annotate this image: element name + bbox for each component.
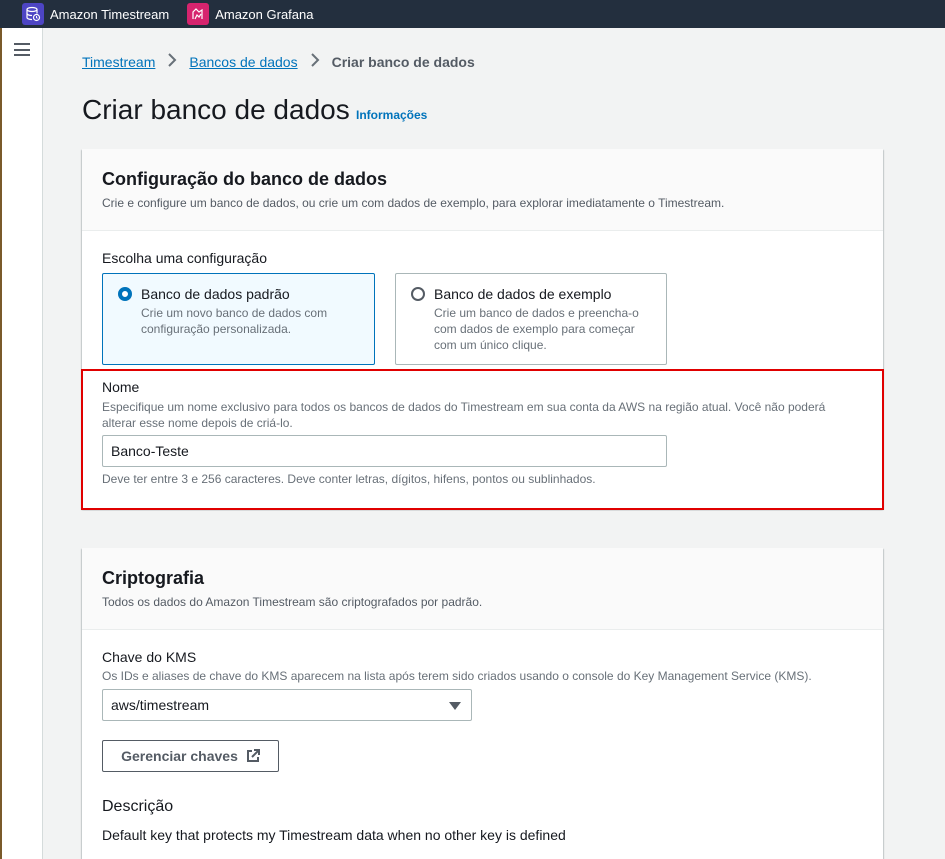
option-label: Banco de dados padrão [141, 286, 290, 302]
timestream-icon [22, 3, 44, 25]
panel-header: Configuração do banco de dados Crie e co… [82, 149, 883, 231]
option-sample-database[interactable]: Banco de dados de exemplo Crie um banco … [395, 273, 667, 365]
manage-keys-label: Gerenciar chaves [121, 748, 238, 764]
name-constraint-text: Deve ter entre 3 e 256 caracteres. Deve … [102, 472, 596, 486]
name-description-line: Especifique um nome exclusivo para todos… [102, 400, 826, 414]
menu-icon[interactable] [14, 43, 30, 56]
breadcrumb-timestream[interactable]: Timestream [82, 54, 155, 70]
side-navigation-rail [2, 28, 43, 859]
favorites-bar: Amazon Timestream Amazon Grafana [0, 0, 945, 28]
kms-key-select[interactable]: aws/timestream [102, 689, 472, 721]
option-description: Crie um banco de dados e preencha-o com … [434, 305, 639, 353]
breadcrumb: Timestream Bancos de dados Criar banco d… [82, 53, 475, 70]
radio-unselected-icon[interactable] [411, 287, 425, 301]
panel-description: Todos os dados do Amazon Timestream são … [102, 595, 483, 609]
panel-description: Crie e configure um banco de dados, ou c… [102, 196, 725, 210]
panel-title: Configuração do banco de dados [102, 169, 388, 189]
option-description-line: com um único clique. [434, 338, 547, 352]
choose-configuration-label: Escolha uma configuração [102, 250, 267, 266]
chevron-right-icon [167, 53, 177, 70]
favorite-grafana[interactable]: Amazon Grafana [187, 0, 319, 28]
database-configuration-panel: Configuração do banco de dados Crie e co… [82, 149, 883, 509]
option-description-line: com dados de exemplo para começar [434, 322, 635, 336]
caret-down-icon [449, 702, 461, 710]
favorite-timestream[interactable]: Amazon Timestream [22, 0, 175, 28]
name-description-line: alterar esse nome depois de criá-lo. [102, 416, 293, 430]
panel-title: Criptografia [102, 568, 205, 588]
description-value: Default key that protects my Timestream … [102, 827, 566, 843]
database-name-input[interactable]: Banco-Teste [102, 435, 667, 467]
grafana-icon [187, 3, 210, 25]
option-description-line: Crie um novo banco de dados com [141, 306, 328, 320]
chevron-right-icon [310, 53, 320, 70]
favorite-grafana-label: Amazon Grafana [215, 6, 314, 22]
favorite-timestream-label: Amazon Timestream [50, 6, 170, 22]
option-description: Crie um novo banco de dados com configur… [141, 305, 327, 337]
encryption-panel: Criptografia Todos os dados do Amazon Ti… [82, 548, 883, 859]
option-label: Banco de dados de exemplo [434, 286, 612, 302]
external-link-icon [246, 749, 260, 763]
name-description: Especifique um nome exclusivo para todos… [102, 399, 872, 431]
option-standard-database[interactable]: Banco de dados padrão Crie um novo banco… [102, 273, 375, 365]
option-description-line: configuração personalizada. [141, 322, 292, 336]
breadcrumb-databases[interactable]: Bancos de dados [189, 54, 297, 70]
option-description-line: Crie um banco de dados e preencha-o [434, 306, 639, 320]
panel-header: Criptografia Todos os dados do Amazon Ti… [82, 548, 883, 630]
kms-key-description: Os IDs e aliases de chave do KMS aparece… [102, 669, 812, 683]
info-link[interactable]: Informações [356, 108, 427, 122]
manage-keys-button[interactable]: Gerenciar chaves [102, 740, 279, 772]
kms-key-label: Chave do KMS [102, 649, 197, 665]
kms-key-selected-value: aws/timestream [111, 697, 210, 713]
radio-selected-icon[interactable] [118, 287, 132, 301]
name-label: Nome [102, 379, 140, 395]
page-title: Criar banco de dados [82, 94, 350, 125]
description-heading: Descrição [102, 798, 174, 815]
breadcrumb-current: Criar banco de dados [331, 53, 475, 70]
